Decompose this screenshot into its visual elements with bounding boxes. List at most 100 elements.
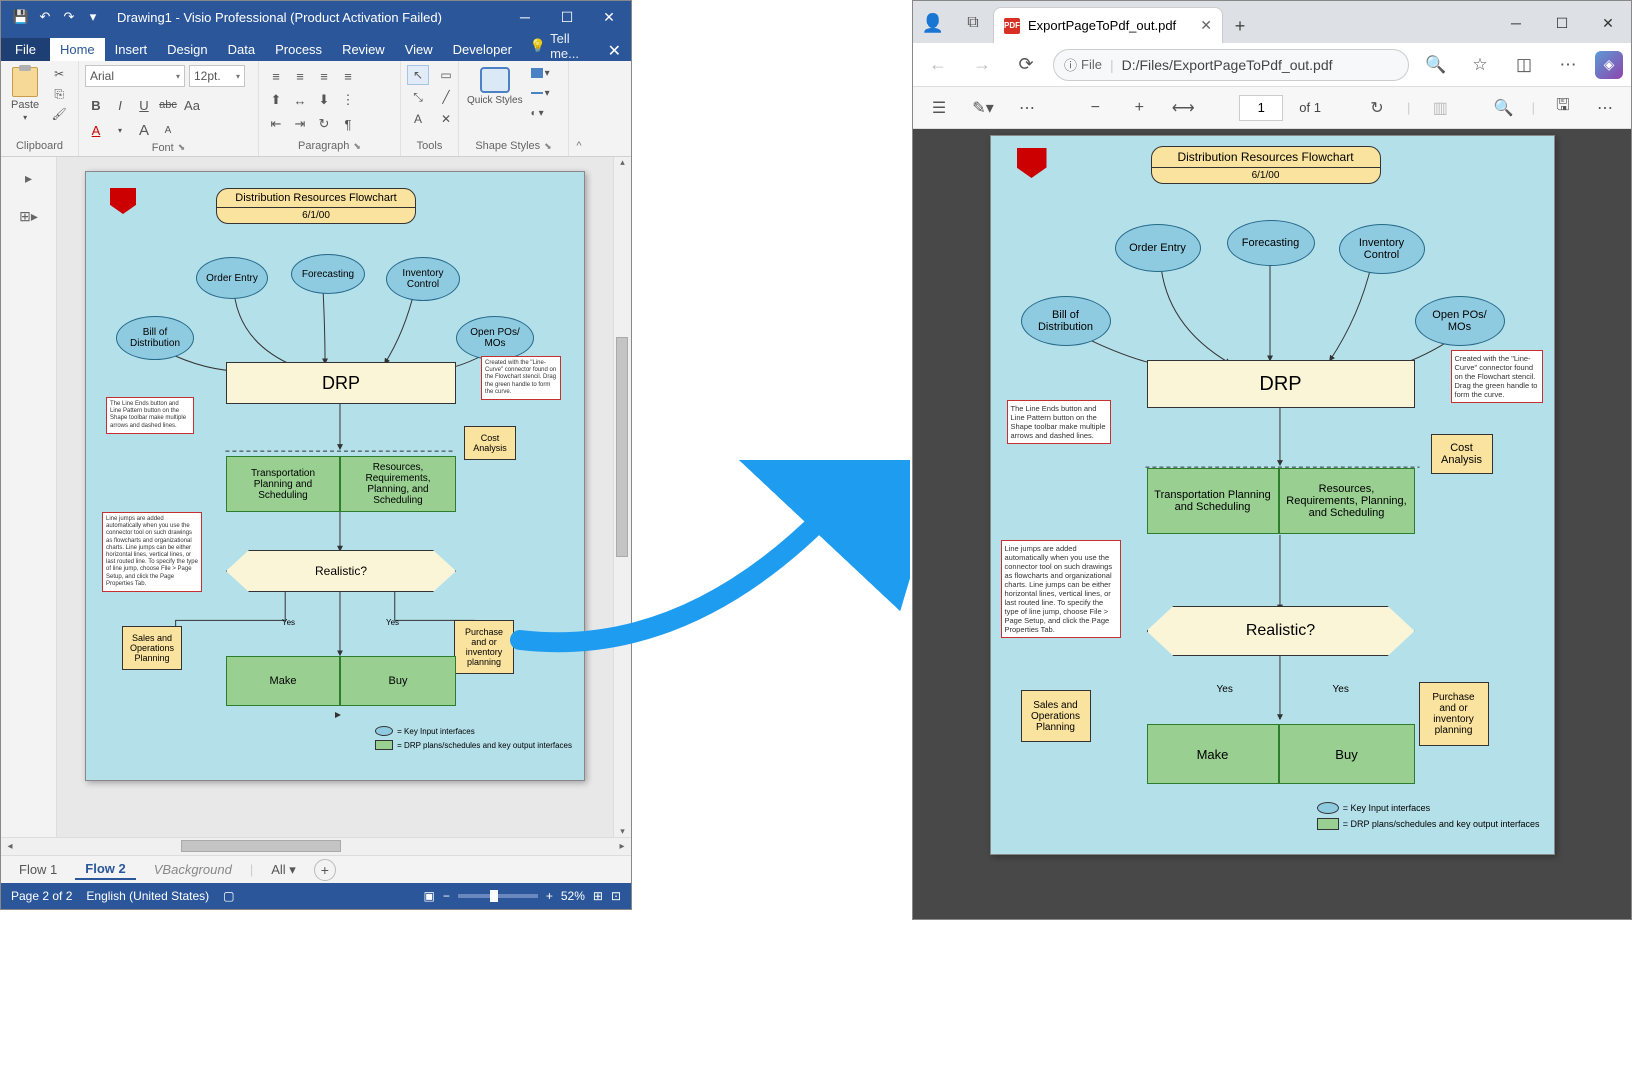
tab-process[interactable]: Process <box>265 38 332 61</box>
pdf-viewer[interactable]: Distribution Resources Flowchart 6/1/00 … <box>913 129 1631 919</box>
rotate-button[interactable]: ↻ <box>1363 94 1391 122</box>
paragraph-dialog-launcher[interactable]: ⬊ <box>353 141 361 152</box>
close-button[interactable]: ✕ <box>591 3 627 31</box>
ribbon-close[interactable]: ✕ <box>598 41 631 61</box>
node-cost[interactable]: Cost Analysis <box>464 426 516 460</box>
page-tab-flow1[interactable]: Flow 1 <box>9 860 67 879</box>
decrease-indent-button[interactable]: ⇤ <box>265 113 287 135</box>
node-purchase[interactable]: Purchase and or inventory planning <box>454 620 514 674</box>
bold-button[interactable]: B <box>85 94 107 116</box>
shape-styles-dialog-launcher[interactable]: ⬊ <box>544 141 552 152</box>
underline-button[interactable]: U <box>133 94 155 116</box>
node-resources[interactable]: Resources, Requirements, Planning, and S… <box>340 456 456 512</box>
zoom-out-pdf-button[interactable]: − <box>1081 94 1109 122</box>
hscroll-thumb[interactable] <box>181 840 341 852</box>
macro-recording-icon[interactable]: ▢ <box>223 889 234 903</box>
zoom-slider[interactable] <box>458 894 538 898</box>
change-case-button[interactable]: Aa <box>181 94 203 116</box>
cut-button[interactable]: ✂ <box>49 65 69 83</box>
address-bar[interactable]: ⓘ File | D:/Files/ExportPageToPdf_out.pd… <box>1053 49 1409 81</box>
copy-button[interactable]: ⎘ <box>49 85 69 103</box>
node-realistic[interactable]: Realistic? <box>226 550 456 592</box>
ribbon-collapse-button[interactable]: ^ <box>569 61 589 156</box>
shape-fill-button[interactable]: ▾ <box>531 65 559 81</box>
zoom-indicator-button[interactable]: 🔍 <box>1419 48 1453 82</box>
maximize-button[interactable]: ☐ <box>549 3 585 31</box>
node-open-pos[interactable]: Open POs/ MOs <box>456 316 534 360</box>
zoom-out-button[interactable]: − <box>443 889 450 903</box>
hscroll-left[interactable]: ◂ <box>1 838 19 856</box>
presentation-mode-button[interactable]: ▣ <box>423 889 434 903</box>
font-dialog-launcher[interactable]: ⬊ <box>178 142 186 153</box>
align-middle-button[interactable]: ↔ <box>289 89 311 111</box>
node-make[interactable]: Make <box>226 656 340 706</box>
zoom-in-button[interactable]: + <box>546 889 553 903</box>
redo-button[interactable]: ↷ <box>59 7 79 27</box>
paste-button[interactable]: Paste ▾ <box>7 65 43 138</box>
align-left-button[interactable]: ≡ <box>265 65 287 87</box>
rectangle-tool-button[interactable]: ▭ <box>435 65 457 85</box>
close-tab-button[interactable]: ✕ <box>1200 17 1212 34</box>
pdf-more-button[interactable]: ⋯ <box>1013 94 1041 122</box>
contents-button[interactable]: ☰ <box>925 94 953 122</box>
page-tab-vbackground[interactable]: VBackground <box>144 860 242 879</box>
tab-home[interactable]: Home <box>50 38 105 61</box>
favorites-button[interactable]: ☆ <box>1463 48 1497 82</box>
font-family-combo[interactable]: Arial▾ <box>85 65 185 87</box>
page-view-button[interactable]: ▥ <box>1426 94 1454 122</box>
node-forecasting[interactable]: Forecasting <box>291 254 365 294</box>
tab-developer[interactable]: Developer <box>443 38 522 61</box>
format-painter-button[interactable]: 🖌 <box>49 105 69 123</box>
minimize-button[interactable]: ─ <box>507 3 543 31</box>
new-tab-button[interactable]: + <box>1223 9 1257 43</box>
tab-view[interactable]: View <box>395 38 443 61</box>
copilot-button[interactable]: ◈ <box>1595 51 1623 79</box>
refresh-button[interactable]: ⟳ <box>1009 48 1043 82</box>
align-right-button[interactable]: ≡ <box>313 65 335 87</box>
node-bill[interactable]: Bill of Distribution <box>116 316 194 360</box>
pointer-tool-button[interactable]: ↖ <box>407 65 429 85</box>
rotate-text-button[interactable]: ↻ <box>313 113 335 135</box>
back-button[interactable]: ← <box>921 48 955 82</box>
edge-maximize-button[interactable]: ☐ <box>1539 3 1585 43</box>
justify-button[interactable]: ≡ <box>337 65 359 87</box>
zoom-in-pdf-button[interactable]: + <box>1125 94 1153 122</box>
node-drp[interactable]: DRP <box>226 362 456 404</box>
bullets-button[interactable]: ⋮ <box>337 89 359 111</box>
highlight-button[interactable]: ✎▾ <box>969 94 997 122</box>
font-color-button[interactable]: A <box>85 119 107 141</box>
node-sales[interactable]: Sales and Operations Planning <box>122 626 182 670</box>
shape-line-button[interactable]: ▾ <box>531 85 559 101</box>
strike-button[interactable]: abc <box>157 94 179 116</box>
increase-indent-button[interactable]: ⇥ <box>289 113 311 135</box>
add-page-button[interactable]: + <box>314 859 336 881</box>
tab-file[interactable]: File <box>1 38 50 61</box>
paragraph-marks-button[interactable]: ¶ <box>337 113 359 135</box>
workspaces-button[interactable]: ⧉ <box>953 3 993 43</box>
fit-width-button[interactable]: ⟷ <box>1169 94 1197 122</box>
profile-button[interactable]: 👤 <box>913 3 953 43</box>
tab-data[interactable]: Data <box>218 38 265 61</box>
forward-button[interactable]: → <box>965 48 999 82</box>
page-number-input[interactable] <box>1239 95 1283 121</box>
node-order-entry[interactable]: Order Entry <box>196 257 268 299</box>
save-button[interactable]: 💾 <box>11 7 31 27</box>
align-top-button[interactable]: ⬆ <box>265 89 287 111</box>
shapes-pane-icon[interactable]: ⊞▸ <box>18 205 40 227</box>
qat-customize[interactable]: ▾ <box>83 7 103 27</box>
edge-close-button[interactable]: ✕ <box>1585 3 1631 43</box>
align-bottom-button[interactable]: ⬇ <box>313 89 335 111</box>
font-size-combo[interactable]: 12pt.▾ <box>189 65 245 87</box>
edge-minimize-button[interactable]: ─ <box>1493 3 1539 43</box>
status-language[interactable]: English (United States) <box>86 889 209 903</box>
undo-button[interactable]: ↶ <box>35 7 55 27</box>
settings-menu-button[interactable]: ⋯ <box>1551 48 1585 82</box>
line-tool-button[interactable]: ╱ <box>435 87 457 107</box>
rotate-tool-button[interactable]: ✕ <box>435 109 457 129</box>
horizontal-scrollbar[interactable]: ◂ ▸ <box>1 837 631 855</box>
shape-effects-button[interactable]: ◐▾ <box>531 105 559 121</box>
split-screen-button[interactable]: ◫ <box>1507 48 1541 82</box>
node-buy[interactable]: Buy <box>340 656 456 706</box>
tell-me-search[interactable]: 💡 Tell me... <box>522 31 598 61</box>
fit-page-button[interactable]: ⊞ <box>593 889 603 903</box>
